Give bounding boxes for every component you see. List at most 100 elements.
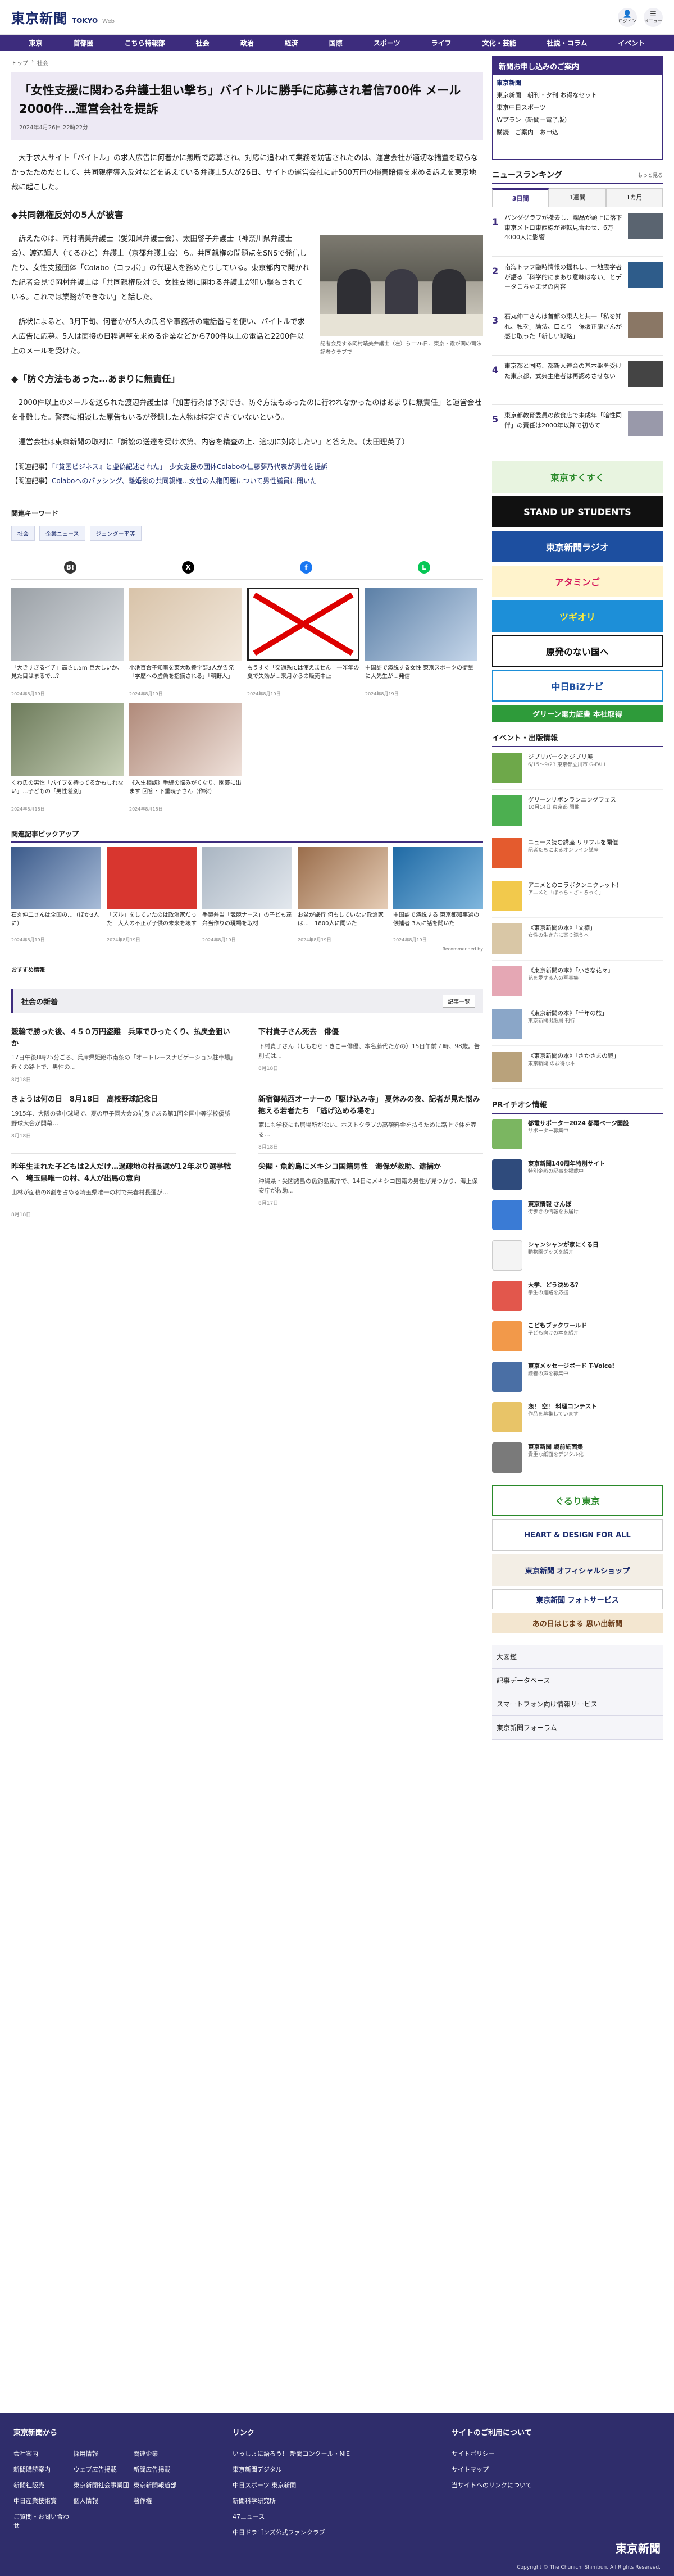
pr-item[interactable]: 東京新聞140周年特別サイト 特別企画の記事を掲載中 xyxy=(492,1154,663,1195)
banner-stand-up[interactable]: STAND UP STUDENTS xyxy=(492,496,663,527)
x-share-icon[interactable]: X xyxy=(182,561,194,574)
banner-bizunavi[interactable]: 中日BiZナビ xyxy=(492,670,663,702)
tab-1month[interactable]: 1カ月 xyxy=(605,188,663,207)
side-link[interactable]: 大図鑑 xyxy=(492,1645,663,1669)
pickup-card[interactable]: 中国語で演説する 東京都知事選の候補者 3人に話を聞いた 2024年8月19日 xyxy=(393,847,483,943)
ranking-item[interactable]: 3 石丸伸二さんは首都の東人と共一「私を知れ、私を」論法、口とり 保坂正康さんが… xyxy=(492,306,663,356)
tab-1week[interactable]: 1週間 xyxy=(549,188,606,207)
pr-item[interactable]: 東京メッセージボード T-Voice! 読者の声を募集中 xyxy=(492,1357,663,1397)
footer-link[interactable]: 東京新聞デジタル xyxy=(233,2465,412,2474)
news-item[interactable]: 下村貴子さん死去 俳優 下村貴子さん（しもむら・きこ＝俳優、本名藤代たかの）15… xyxy=(258,1019,483,1087)
banner-green-power[interactable]: グリーン電力証書 本社取得 xyxy=(492,705,663,722)
footer-link[interactable]: 新聞広告掲載 xyxy=(133,2465,193,2474)
event-item[interactable]: 《東京新聞の本》「文様」 女性の生き方に寄り添う本 xyxy=(492,918,663,961)
event-item[interactable]: グリーンリボンランニングフェス 10月14日 東京都 開催 xyxy=(492,790,663,832)
ranking-item[interactable]: 4 東京都と同時、都新人連会の基本盤を受けた東京都、式典主催者は再認めさせない xyxy=(492,356,663,405)
banner-sukusuku[interactable]: 東京すくすく xyxy=(492,461,663,493)
banner-gururi[interactable]: ぐるり東京 xyxy=(492,1485,663,1516)
related-card[interactable]: くわ氏の男性「パイプを持ってるかもしれない」…子どもの「男性差別」 2024年8… xyxy=(11,703,124,812)
logo-text[interactable]: 東京新聞 xyxy=(11,7,67,27)
pr-item[interactable]: 東京情報 さんぽ 街歩きの情報をお届け xyxy=(492,1195,663,1235)
news-item[interactable]: きょうは何の日 8月18日 高校野球記念日 1915年、大阪の豊中球場で、夏の甲… xyxy=(11,1086,236,1154)
related-link[interactable]: Colaboへのバッシング、離婚後の共同親権…女性の人権問題について男性議員に聞… xyxy=(52,477,317,485)
related-card[interactable]: 《入生相談》手編の悩みがくなり、園芸に出ます 回答・下重暁子さん（作家） 202… xyxy=(129,703,242,812)
nav-item[interactable]: こちら特報部 xyxy=(125,38,165,48)
pickup-card[interactable]: 手製弁当「競競ナース」の子ども達 弁当作りの現場を取材 2024年8月19日 xyxy=(202,847,292,943)
event-item[interactable]: 《東京新聞の本》「小さな花々」 花を愛する人の写真集 xyxy=(492,961,663,1003)
banner-photo-service[interactable]: 東京新聞 フォトサービス xyxy=(492,1589,663,1609)
banner-official-shop[interactable]: 東京新聞 オフィシャルショップ xyxy=(492,1554,663,1586)
related-card[interactable]: 「大きすぎるイチ」高さ1.5m 巨大しいか、見た目はまるで…？ 2024年8月1… xyxy=(11,588,124,697)
event-item[interactable]: 《東京新聞の本》「千年の旅」 東京新聞出版局 刊行 xyxy=(492,1003,663,1046)
footer-link[interactable]: 個人情報 xyxy=(74,2496,134,2505)
footer-link[interactable]: いっしょに語ろう！ 新聞コンクール・NIE xyxy=(233,2449,412,2458)
nav-item[interactable]: 首都圏 xyxy=(74,38,94,48)
banner-atamin[interactable]: アタミンご xyxy=(492,566,663,597)
nav-item[interactable]: 経済 xyxy=(285,38,298,48)
ranking-item[interactable]: 1 パンダグラフが撤去し、課品が頭上に落下 東京メトロ東西線が運転見合わせ、6万… xyxy=(492,207,663,257)
site-logo[interactable]: 東京新聞 TOKYO Web xyxy=(11,7,115,27)
pr-item[interactable]: 都電サポーター2024 都電ページ開設 サポーター募集中 xyxy=(492,1114,663,1154)
nav-item[interactable]: 社会 xyxy=(196,38,210,48)
recommended-by[interactable]: Recommended by xyxy=(11,946,483,952)
subscription-promo[interactable]: 新聞お申し込みのご案内 東京新聞 東京新聞 朝刊・夕刊 お得なセット 東京中日ス… xyxy=(492,56,663,160)
ranking-more-link[interactable]: もっと見る xyxy=(637,171,663,179)
banner-heart-design[interactable]: HEART & DESIGN FOR ALL xyxy=(492,1519,663,1551)
keyword-tag[interactable]: ジェンダー平等 xyxy=(89,526,142,541)
nav-item[interactable]: 政治 xyxy=(240,38,254,48)
footer-link[interactable]: 中日ドラゴンズ公式ファンクラブ xyxy=(233,2528,412,2537)
footer-link[interactable]: 東京新聞報道部 xyxy=(133,2481,193,2489)
banner-radio[interactable]: 東京新聞ラジオ xyxy=(492,531,663,562)
banner-genpatsu[interactable]: 原発のない国へ xyxy=(492,635,663,667)
pr-item[interactable]: 恋！ 空！ 料理コンテスト 作品を募集しています xyxy=(492,1397,663,1437)
footer-link[interactable]: ご質問・お問い合わせ xyxy=(13,2512,74,2530)
news-item[interactable]: 昨年生まれた子どもは2人だけ…過疎地の村長選が12年ぶり選挙戦へ 埼玉県唯一の村… xyxy=(11,1154,236,1222)
footer-link[interactable]: 中日スポーツ 東京新聞 xyxy=(233,2481,412,2489)
footer-link[interactable]: 関連企業 xyxy=(133,2449,193,2458)
banner-tsugiori[interactable]: ツギオリ xyxy=(492,600,663,632)
tab-3days[interactable]: 3日間 xyxy=(492,188,549,207)
footer-link[interactable]: 中日産業技術賞 xyxy=(13,2496,74,2505)
nav-item[interactable]: ライフ xyxy=(431,38,452,48)
footer-link[interactable]: 新聞購読案内 xyxy=(13,2465,74,2474)
news-item[interactable]: 競輪で勝った後、４５０万円盗難 兵庫でひったくり、払戻金狙いか 17日午後8時2… xyxy=(11,1019,236,1087)
side-link[interactable]: スマートフォン向け情報サービス xyxy=(492,1692,663,1716)
bookmark-icon[interactable]: B! xyxy=(64,561,76,574)
nav-item[interactable]: スポーツ xyxy=(374,38,400,48)
press-conference-photo[interactable] xyxy=(320,235,483,337)
pickup-card[interactable]: 石丸伸二さんは全国の…（ほか3人に） 2024年8月19日 xyxy=(11,847,101,943)
footer-link[interactable]: 東京新聞社会事業団 xyxy=(74,2481,134,2489)
footer-link[interactable]: 会社案内 xyxy=(13,2449,74,2458)
pickup-card[interactable]: お盆が旅行 何もしていない政治家は… 1800人に聞いた 2024年8月19日 xyxy=(298,847,388,943)
related-card[interactable]: 中国語で演説する女性 東京スポーツの衝撃に大先生が…発信 2024年8月19日 xyxy=(365,588,477,697)
related-card[interactable]: 小池百合子知事を東大教養学部3人が告発「学歴への虚偽を指摘される」「朝野人」 2… xyxy=(129,588,242,697)
menu-button[interactable]: ☰ メニュー xyxy=(644,7,663,27)
side-link[interactable]: 東京新聞フォーラム xyxy=(492,1716,663,1740)
ranking-item[interactable]: 5 東京都教育委員の飲食店で未成年「暗性同伴」の責任は2000年以降で初めて xyxy=(492,405,663,454)
pr-item[interactable]: こどもブックワールド 子ども向けの本を紹介 xyxy=(492,1316,663,1357)
pr-item[interactable]: 東京新聞 戦前紙面集 貴重な紙面をデジタル化 xyxy=(492,1437,663,1478)
event-item[interactable]: ニュース読む講座 リリフルを開催 記者たちによるオンライン講座 xyxy=(492,832,663,875)
footer-link[interactable]: 新聞科学研究所 xyxy=(233,2496,412,2505)
footer-link[interactable]: 47ニュース xyxy=(233,2512,412,2521)
footer-link[interactable]: サイトポリシー xyxy=(452,2449,598,2458)
news-item[interactable]: 新宿御苑西オーナーの「駆け込み寺」 夏休みの夜、記者が見た悩み抱える若者たち 「… xyxy=(258,1086,483,1154)
facebook-share-icon[interactable]: f xyxy=(300,561,312,574)
footer-link[interactable]: 採用情報 xyxy=(74,2449,134,2458)
footer-link[interactable]: サイトマップ xyxy=(452,2465,598,2474)
event-item[interactable]: 《東京新聞の本》「さかさまの鏡」 東京新聞 のお得な本 xyxy=(492,1046,663,1089)
footer-link[interactable]: 新聞社販売 xyxy=(13,2481,74,2489)
ranking-item[interactable]: 2 南海トラフ臨時情報の揺れし、一地震学者が語る「科学的にまあり意味はない」とデ… xyxy=(492,257,663,306)
pickup-card[interactable]: 「ズル」をしていたのは政治家だった 大人の不正が子供の未来を壊す 2024年8月… xyxy=(107,847,197,943)
news-item[interactable]: 尖閣・魚釣島にメキシコ国籍男性 海保が救助、逮捕か 沖縄県・尖閣諸島の魚釣島東岸… xyxy=(258,1154,483,1222)
footer-link[interactable]: 当サイトへのリンクについて xyxy=(452,2481,598,2489)
social-more-button[interactable]: 記事一覧 xyxy=(443,995,475,1008)
pr-item[interactable]: シャンシャンが家にくる日 動物園グッズを紹介 xyxy=(492,1235,663,1276)
breadcrumb-home[interactable]: トップ xyxy=(11,58,28,67)
keyword-tag[interactable]: 企業ニュース xyxy=(39,526,85,541)
nav-item[interactable]: イベント xyxy=(618,38,645,48)
nav-item[interactable]: 文化・芸能 xyxy=(482,38,516,48)
login-button[interactable]: 👤 ログイン xyxy=(618,7,637,27)
nav-item[interactable]: 国際 xyxy=(329,38,343,48)
nav-item[interactable]: 東京 xyxy=(29,38,43,48)
